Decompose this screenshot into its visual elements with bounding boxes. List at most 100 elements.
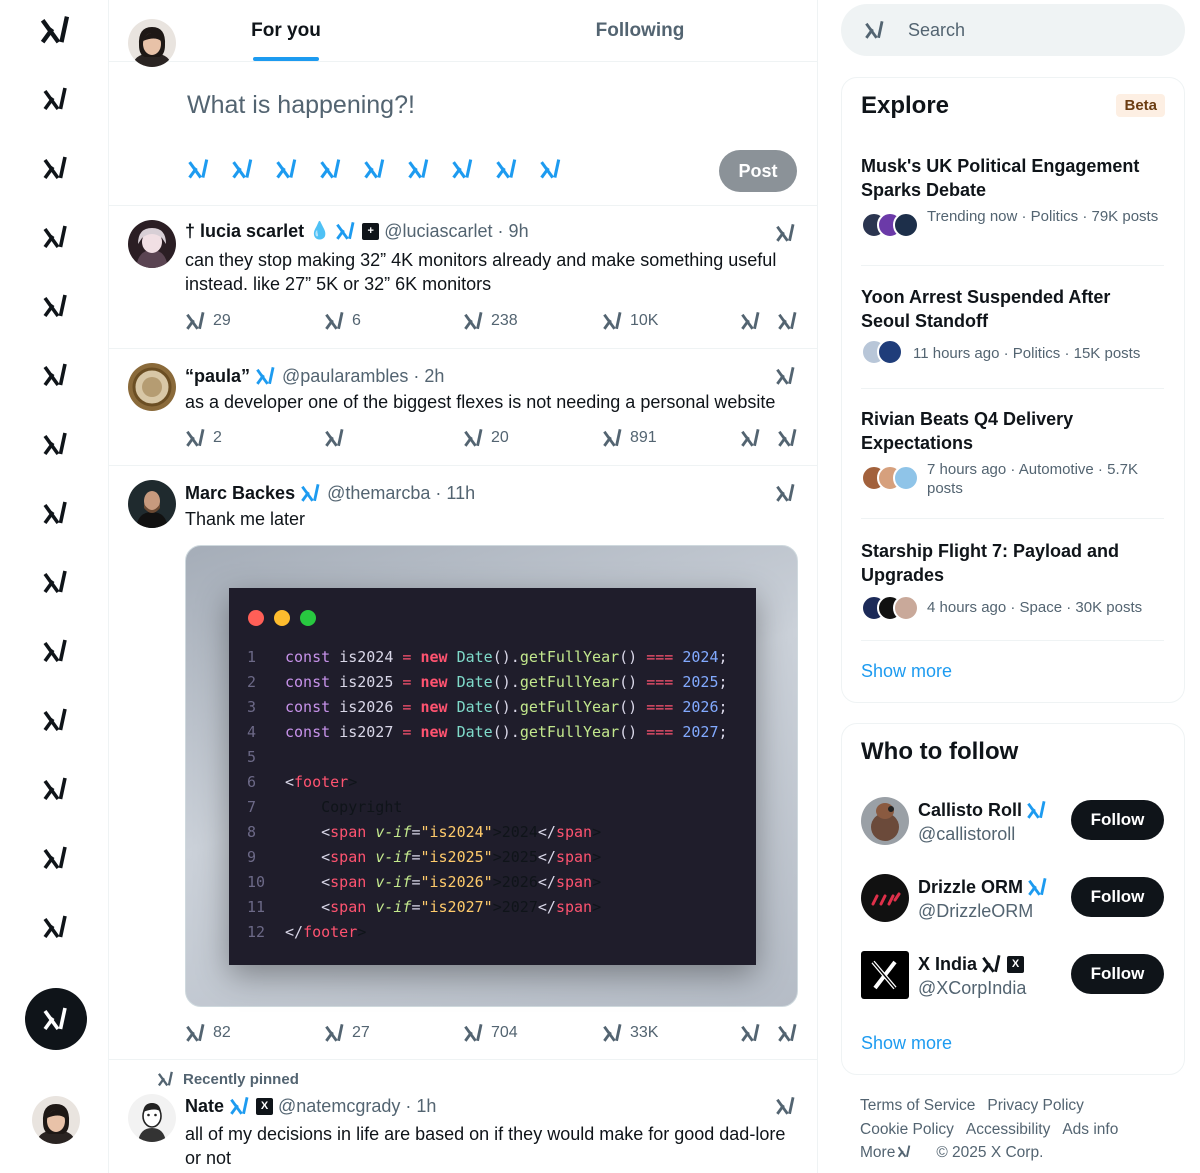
repost-button[interactable]	[324, 427, 352, 449]
schedule-icon[interactable]	[407, 157, 431, 181]
nav-premium-icon[interactable]	[30, 625, 82, 677]
nav-lists-icon[interactable]	[30, 349, 82, 401]
views-button[interactable]: 10K	[602, 310, 658, 332]
like-button[interactable]: 238	[463, 310, 518, 332]
tweet-more-icon[interactable]	[775, 1095, 797, 1117]
follow-button[interactable]: Follow	[1071, 954, 1164, 994]
tweet[interactable]: † lucia scarlet 💧 + @luciascarlet · 9h c…	[109, 206, 817, 349]
repost-button[interactable]: 27	[324, 1022, 370, 1044]
nav-business-icon[interactable]	[30, 694, 82, 746]
reply-button[interactable]: 2	[185, 427, 222, 449]
share-button[interactable]	[777, 310, 799, 332]
author-handle[interactable]: @natemcgrady · 1h	[278, 1096, 436, 1117]
nav-notifications-icon[interactable]	[30, 142, 82, 194]
suggestion-avatar[interactable]	[861, 797, 909, 845]
share-button[interactable]	[777, 427, 799, 449]
tweet[interactable]: “paula” @paularambles · 2h as a develope…	[109, 349, 817, 466]
tweet-more-icon[interactable]	[775, 482, 797, 504]
maximize-dot-icon	[300, 610, 316, 626]
nav-home-icon[interactable]	[30, 4, 82, 56]
who-to-follow-show-more-link[interactable]: Show more	[861, 1033, 952, 1054]
tweet-avatar[interactable]	[128, 480, 176, 528]
gif-icon[interactable]	[231, 157, 255, 181]
trend-item[interactable]: Starship Flight 7: Payload and Upgrades …	[861, 539, 1164, 641]
author-name[interactable]: † lucia scarlet	[185, 221, 304, 242]
italic-icon[interactable]	[539, 157, 563, 181]
repost-button[interactable]: 6	[324, 310, 361, 332]
composer-toolbar	[187, 157, 563, 181]
tweet-media-image[interactable]: 1 const is2024 = new Date().getFullYear()…	[185, 545, 798, 1007]
tweet-avatar[interactable]	[128, 363, 176, 411]
nav-organizations-icon[interactable]	[30, 763, 82, 815]
trend-item[interactable]: Musk's UK Political Engagement Sparks De…	[861, 154, 1164, 266]
trend-item[interactable]: Yoon Arrest Suspended After Seoul Stando…	[861, 285, 1164, 389]
tweet-more-icon[interactable]	[775, 365, 797, 387]
nav-post-button[interactable]	[25, 988, 87, 1050]
suggestion-name[interactable]: Callisto Roll	[918, 800, 1022, 821]
explore-show-more-link[interactable]: Show more	[861, 661, 952, 682]
search-box[interactable]: Search	[841, 4, 1185, 56]
reply-button[interactable]: 82	[185, 1022, 231, 1044]
location-icon[interactable]	[451, 157, 475, 181]
composer-input[interactable]: What is happening?!	[187, 91, 415, 120]
author-name[interactable]: Marc Backes	[185, 483, 295, 504]
like-button[interactable]: 20	[463, 427, 509, 449]
suggestion-avatar[interactable]	[861, 951, 909, 999]
tweet[interactable]: Recently pinned Nate X @natemcgrady · 1h…	[109, 1060, 817, 1173]
views-button[interactable]: 891	[602, 427, 657, 449]
bookmark-icon	[740, 310, 762, 332]
minimize-dot-icon	[274, 610, 290, 626]
share-button[interactable]	[777, 1022, 799, 1044]
verified-badge-icon	[229, 1095, 251, 1117]
nav-jobs-icon[interactable]	[30, 487, 82, 539]
bookmark-button[interactable]	[740, 427, 762, 449]
grok-icon[interactable]	[275, 157, 299, 181]
follow-suggestion[interactable]: X India X @XCorpIndia Follow	[861, 951, 1164, 1001]
footer-link[interactable]: Accessibility	[966, 1121, 1050, 1138]
nav-communities-icon[interactable]	[30, 556, 82, 608]
bold-icon[interactable]	[495, 157, 519, 181]
follow-button[interactable]: Follow	[1071, 800, 1164, 840]
poll-icon[interactable]	[319, 157, 343, 181]
bookmark-button[interactable]	[740, 310, 762, 332]
tweet[interactable]: Marc Backes @themarcba · 11h Thank me la…	[109, 466, 817, 1060]
emoji-icon[interactable]	[363, 157, 387, 181]
follow-button[interactable]: Follow	[1071, 877, 1164, 917]
footer-link[interactable]: Ads info	[1062, 1121, 1118, 1138]
like-button[interactable]: 704	[463, 1022, 518, 1044]
tweet-avatar[interactable]	[128, 1094, 176, 1142]
follow-suggestion[interactable]: Callisto Roll @callistoroll Follow	[861, 797, 1164, 847]
nav-grok-icon[interactable]	[30, 280, 82, 332]
footer-link[interactable]: Cookie Policy	[860, 1121, 954, 1138]
suggestion-avatar[interactable]	[861, 874, 909, 922]
code-window: 1 const is2024 = new Date().getFullYear()…	[229, 588, 756, 965]
follow-suggestion[interactable]: Drizzle ORM @DrizzleORM Follow	[861, 874, 1164, 924]
author-name[interactable]: Nate	[185, 1096, 224, 1117]
views-button[interactable]: 33K	[602, 1022, 658, 1044]
nav-profile-icon[interactable]	[30, 832, 82, 884]
nav-messages-icon[interactable]	[30, 211, 82, 263]
author-handle[interactable]: @luciascarlet · 9h	[384, 221, 528, 242]
nav-more-icon[interactable]	[30, 901, 82, 953]
bookmark-button[interactable]	[740, 1022, 762, 1044]
footer-link[interactable]: Terms of Service	[860, 1097, 975, 1114]
search-input[interactable]: Search	[908, 20, 965, 41]
nav-explore-icon[interactable]	[30, 73, 82, 125]
tweet-more-icon[interactable]	[775, 222, 797, 244]
author-handle[interactable]: @themarcba · 11h	[327, 483, 475, 504]
nav-bookmarks-icon[interactable]	[30, 418, 82, 470]
author-handle[interactable]: @paularambles · 2h	[282, 366, 444, 387]
media-icon[interactable]	[187, 157, 211, 181]
author-name[interactable]: “paula”	[185, 366, 250, 387]
tweet-avatar[interactable]	[128, 220, 176, 268]
footer-more-link[interactable]: More	[860, 1144, 924, 1161]
tweet-actions: 2 20 891	[185, 427, 797, 451]
suggestion-name[interactable]: Drizzle ORM	[918, 877, 1023, 898]
post-button[interactable]: Post	[719, 150, 797, 192]
footer-link[interactable]: Privacy Policy	[987, 1097, 1083, 1114]
account-avatar[interactable]	[32, 1096, 80, 1144]
suggestion-name[interactable]: X India	[918, 954, 977, 975]
reply-button[interactable]: 29	[185, 310, 231, 332]
trend-item[interactable]: Rivian Beats Q4 Delivery Expectations 7 …	[861, 407, 1164, 519]
tab-following[interactable]: Following	[463, 0, 817, 61]
